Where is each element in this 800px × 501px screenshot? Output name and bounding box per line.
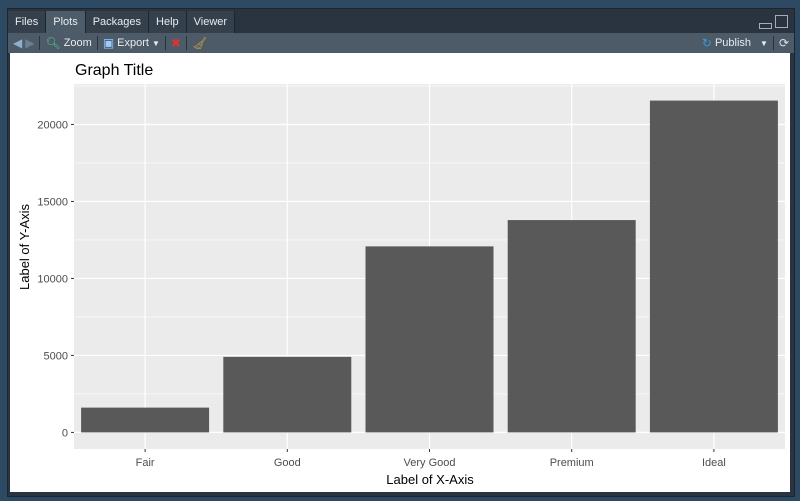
x-tick-label: Ideal: [702, 457, 726, 469]
tab-help[interactable]: Help: [149, 11, 187, 33]
bar-premium: [507, 220, 636, 433]
maximize-icon[interactable]: [775, 15, 788, 28]
tab-plots[interactable]: Plots: [46, 11, 86, 33]
chevron-down-icon: ▼: [760, 38, 768, 48]
plot-area: 0 5000 10000 15000 20000 Fair Good Very Good Pre…: [10, 53, 790, 492]
y-tick-label: 15000: [37, 196, 68, 208]
forward-arrow-icon[interactable]: ▶: [25, 36, 34, 50]
tab-packages[interactable]: Packages: [85, 11, 150, 33]
chart-title: Graph Title: [75, 62, 153, 79]
remove-plot-icon[interactable]: ✖: [171, 36, 181, 50]
bar-good: [223, 356, 352, 433]
export-button[interactable]: ▣ Export ▼: [98, 36, 165, 50]
bar-chart: 0 5000 10000 15000 20000 Fair Good Very Good Pre…: [17, 62, 785, 487]
publish-icon: ↻: [701, 36, 712, 50]
y-tick-label: 5000: [44, 350, 68, 362]
bar-ideal: [649, 100, 778, 433]
back-arrow-icon[interactable]: ◀: [13, 36, 22, 50]
minimize-icon[interactable]: [759, 23, 772, 29]
y-tick-label: 0: [62, 427, 68, 439]
x-axis-label: Label of X-Axis: [386, 472, 474, 487]
bar-very-good: [365, 246, 494, 433]
chevron-down-icon: ▼: [151, 38, 160, 48]
x-tick-label: Good: [274, 457, 301, 469]
x-tick-label: Premium: [550, 457, 594, 469]
bar-fair: [81, 407, 210, 433]
pane-tabs: Files Plots Packages Help Viewer: [8, 11, 236, 33]
y-axis-label: Label of Y-Axis: [17, 204, 32, 291]
zoom-magnifier-icon: 🔍︎: [45, 36, 61, 50]
broom-clear-icon[interactable]: 🧹︎: [192, 36, 207, 50]
refresh-icon[interactable]: ⟳: [779, 36, 789, 50]
x-tick-label: Fair: [136, 457, 155, 469]
zoom-button[interactable]: 🔍︎ Zoom: [40, 36, 96, 50]
y-tick-label: 10000: [37, 273, 68, 285]
export-image-icon: ▣: [102, 36, 115, 50]
y-tick-label: 20000: [37, 119, 68, 131]
tab-viewer[interactable]: Viewer: [186, 11, 236, 33]
plot-toolbar: ◀ ▶ 🔍︎ Zoom ▣ Export ▼ ✖ 🧹︎ ↻ Publish ▼ ⟳: [8, 33, 794, 53]
publish-button[interactable]: ↻ Publish ▼: [697, 36, 773, 50]
tab-files[interactable]: Files: [8, 11, 47, 33]
x-tick-label: Very Good: [404, 457, 456, 469]
